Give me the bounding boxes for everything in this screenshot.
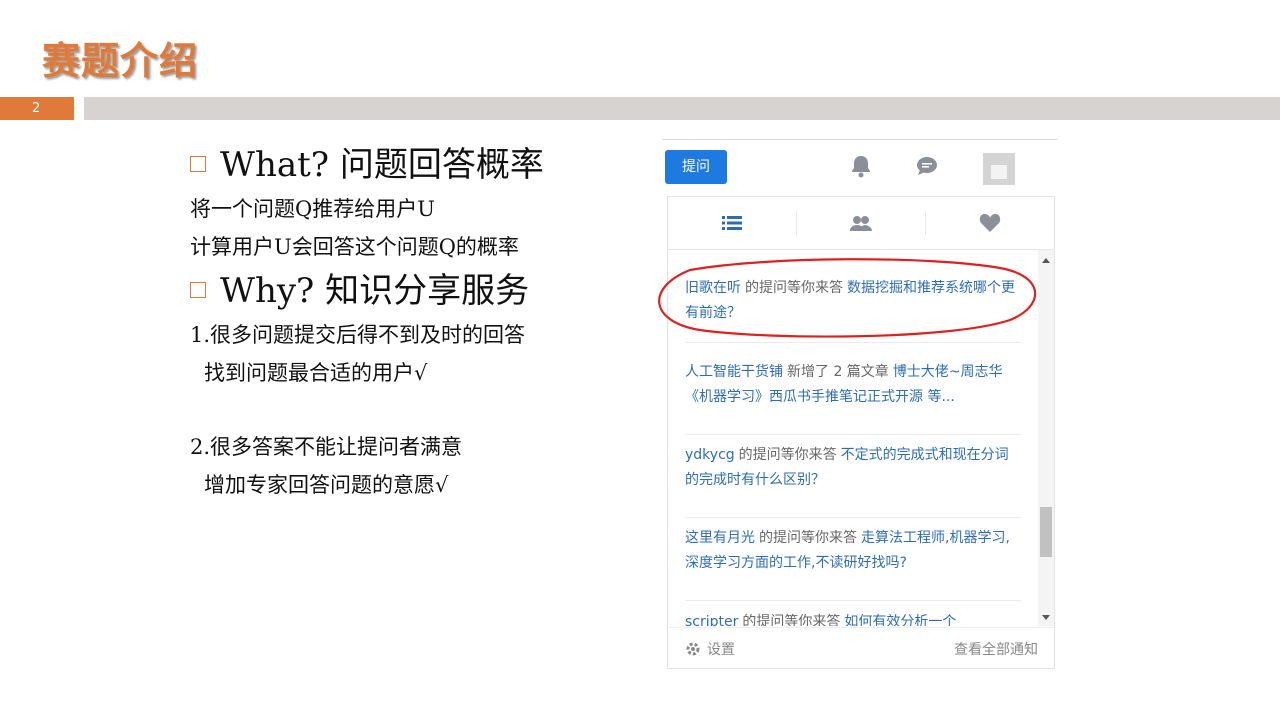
notification-action: 新增了 2 篇文章 (787, 364, 889, 380)
notification-action: 的提问等你来答 (738, 447, 837, 463)
notification-action: 的提问等你来答 (759, 530, 857, 546)
slide-title: 赛题介绍 (42, 39, 199, 83)
notification-user[interactable]: 这里有月光 (685, 530, 755, 546)
list-item[interactable]: 这里有月光 的提问等你来答 走算法工程师,机器学习,深度学习方面的工作,不读研好找吗… (685, 526, 1021, 601)
list-item[interactable]: 旧歌在听 的提问等你来答 数据挖掘和推荐系统哪个更有前途？ (685, 276, 1021, 343)
why-point-1: 1.很多问题提交后得不到及时的回答 (190, 323, 526, 347)
square-bullet-icon (190, 282, 206, 298)
scrollbar[interactable] (1038, 250, 1054, 626)
what-heading-text: What? 问题回答概率 (220, 145, 544, 185)
tab-heart[interactable] (926, 197, 1054, 249)
avatar[interactable] (983, 153, 1015, 185)
tab-users[interactable] (797, 197, 925, 249)
view-all-notifications-link[interactable]: 查看全部通知 (954, 639, 1038, 659)
notification-dropdown: 旧歌在听 的提问等你来答 数据挖掘和推荐系统哪个更有前途？ 人工智能干货铺 新增了 2… (667, 196, 1055, 669)
notification-link[interactable]: 如何有效分析一个 (844, 614, 956, 626)
gear-icon (686, 642, 700, 656)
notification-footer: 设置 查看全部通知 (668, 627, 1054, 669)
list-icon (722, 216, 742, 230)
notification-user[interactable]: scripter (685, 614, 738, 626)
notification-list: 旧歌在听 的提问等你来答 数据挖掘和推荐系统哪个更有前途？ 人工智能干货铺 新增了 2… (668, 250, 1038, 626)
notification-action: 的提问等你来答 (745, 280, 843, 296)
why-point-2: 2.很多答案不能让提问者满意 (190, 435, 463, 459)
tab-list[interactable] (668, 197, 796, 249)
scroll-up-icon[interactable] (1042, 258, 1050, 263)
what-heading: What? 问题回答概率 (190, 140, 544, 190)
notification-screenshot: 提问 旧歌在听 的提问等你来答 数据挖掘和推荐系统哪个更有前途？ 人工智能干货铺… (662, 139, 1057, 671)
settings-label: 设置 (707, 642, 735, 658)
why-heading: Why? 知识分享服务 (190, 266, 544, 316)
notification-user[interactable]: 人工智能干货铺 (685, 364, 783, 380)
list-item[interactable]: 人工智能干货铺 新增了 2 篇文章 博士大佬~周志华《机器学习》西瓜书手推笔记正式开… (685, 360, 1021, 435)
scrollbar-thumb[interactable] (1040, 507, 1052, 557)
why-heading-text: Why? 知识分享服务 (220, 271, 530, 311)
ask-button[interactable]: 提问 (665, 150, 727, 184)
notification-user[interactable]: 旧歌在听 (685, 280, 741, 296)
notification-user[interactable]: ydkycg (685, 447, 735, 463)
heart-icon (979, 213, 1001, 232)
what-line-1: 将一个问题Q推荐给用户U (190, 197, 435, 221)
list-item[interactable]: ydkycg 的提问等你来答 不定式的完成式和现在分词的完成时有什么区别？ (685, 443, 1021, 518)
scroll-down-icon[interactable] (1042, 615, 1050, 620)
bell-icon[interactable] (848, 153, 874, 179)
slide-content: What? 问题回答概率 将一个问题Q推荐给用户U 计算用户U会回答这个问题Q的… (190, 140, 544, 504)
square-bullet-icon (190, 156, 206, 172)
users-icon (850, 216, 872, 231)
header-bar (84, 97, 1280, 120)
why-point-1-sub: 找到问题最合适的用户√ (204, 361, 428, 385)
chat-icon[interactable] (914, 153, 940, 179)
notification-tabs (668, 197, 1054, 250)
why-point-2-sub: 增加专家回答问题的意愿√ (204, 473, 449, 497)
what-line-2: 计算用户U会回答这个问题Q的概率 (190, 235, 519, 259)
page-number: 2 (0, 97, 74, 120)
list-item[interactable]: scripter 的提问等你来答 如何有效分析一个 (685, 610, 1021, 626)
settings-link[interactable]: 设置 (685, 639, 735, 659)
notification-action: 的提问等你来答 (742, 614, 841, 626)
